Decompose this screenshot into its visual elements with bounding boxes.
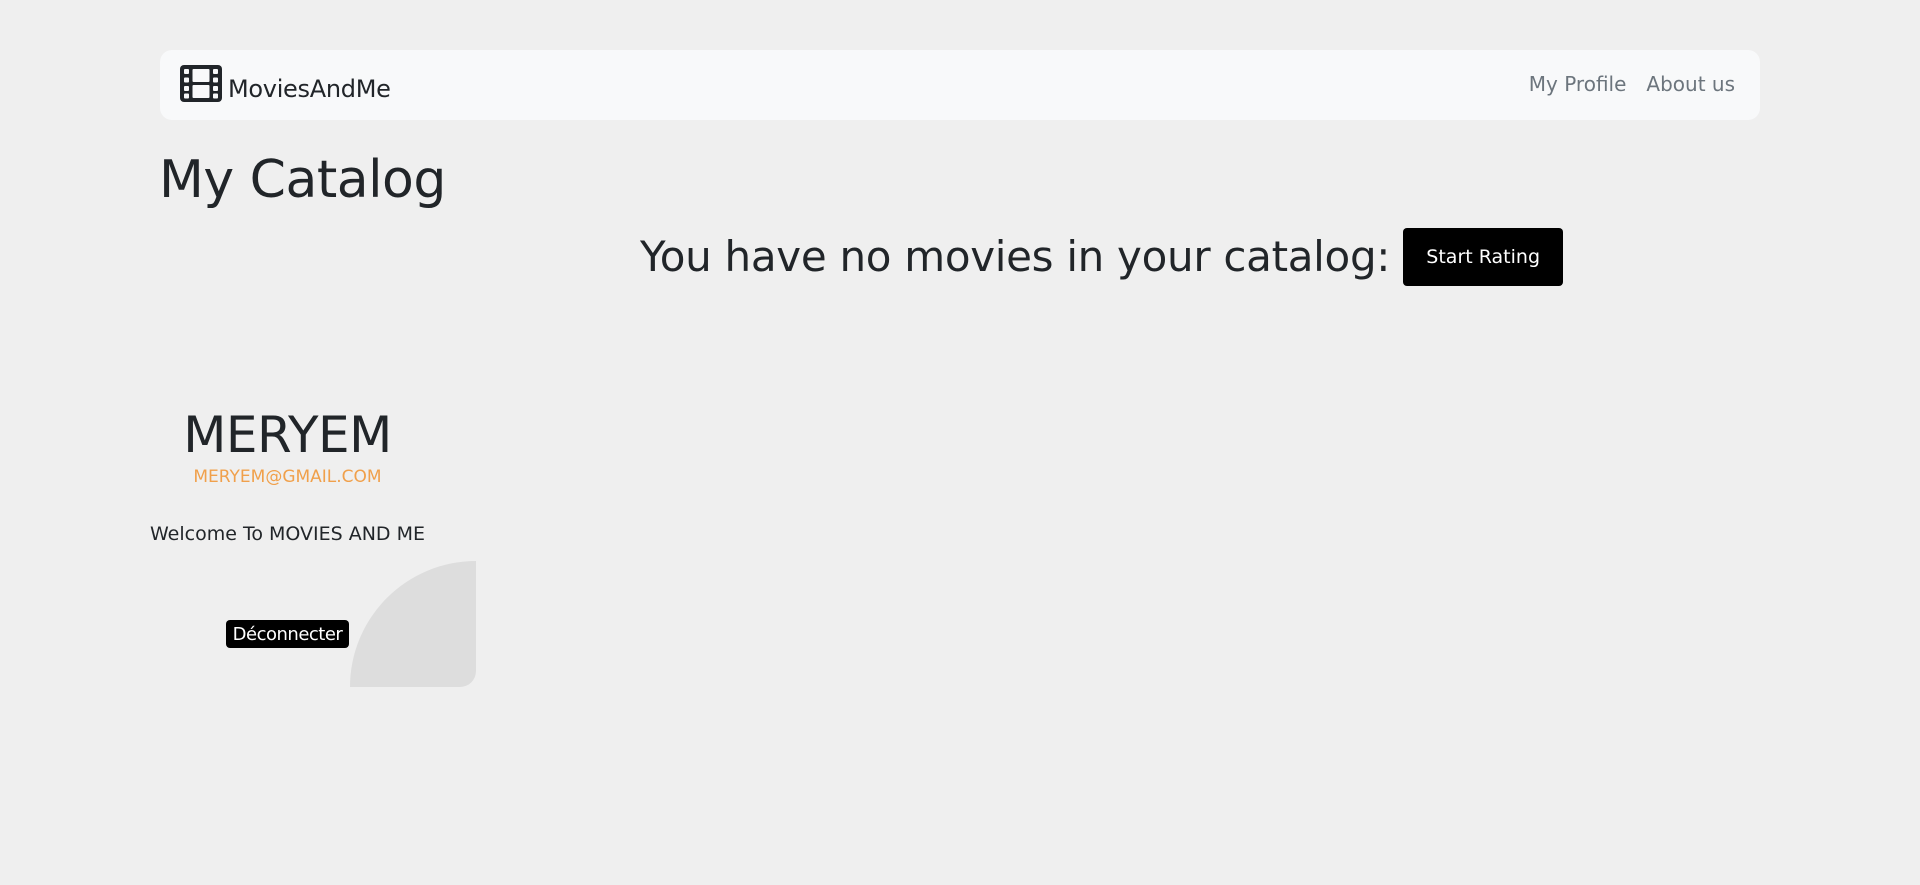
start-rating-button[interactable]: Start Rating xyxy=(1403,228,1564,286)
film-icon xyxy=(180,64,222,102)
empty-catalog-message: You have no movies in your catalog: xyxy=(640,232,1391,281)
brand-link[interactable]: MoviesAndMe xyxy=(180,63,391,103)
logout-button[interactable]: Déconnecter xyxy=(226,620,349,648)
profile-card: MERYEM MERYEM@GMAIL.COM xyxy=(140,405,435,487)
nav-link-about-us[interactable]: About us xyxy=(1646,72,1735,96)
page: MoviesAndMe My Profile About us My Catal… xyxy=(0,0,1920,885)
welcome-text: Welcome To MOVIES AND ME xyxy=(150,523,425,545)
brand-name: MoviesAndMe xyxy=(228,75,391,103)
profile-email: MERYEM@GMAIL.COM xyxy=(193,467,382,487)
profile-name: MERYEM xyxy=(183,406,392,464)
page-title: My Catalog xyxy=(159,150,446,210)
nav-link-my-profile[interactable]: My Profile xyxy=(1529,72,1627,96)
navbar: MoviesAndMe My Profile About us xyxy=(160,50,1760,120)
empty-catalog-row: You have no movies in your catalog: Star… xyxy=(640,228,1564,286)
decorative-shape xyxy=(350,561,476,687)
nav-links: My Profile About us xyxy=(1529,72,1735,96)
